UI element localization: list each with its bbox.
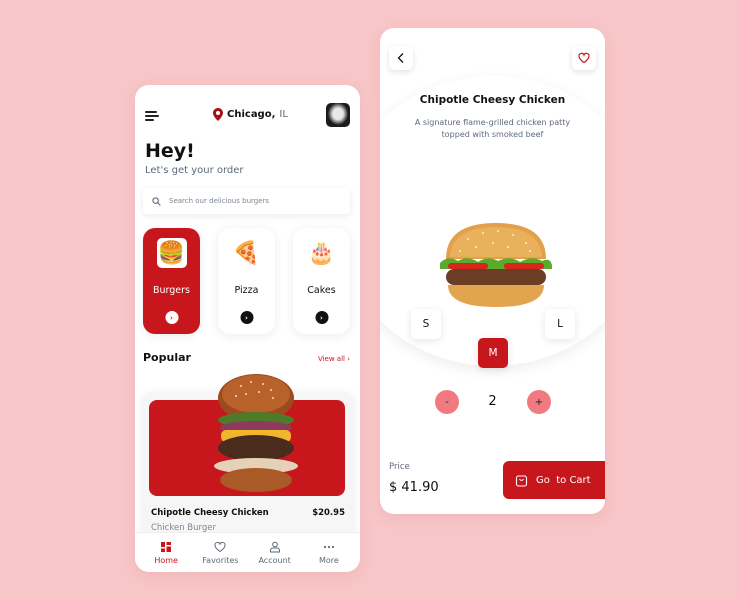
tab-label: Home — [154, 555, 178, 565]
category-label: Pizza — [234, 285, 259, 296]
chevron-right-icon[interactable]: › — [165, 311, 178, 324]
tab-home[interactable]: Home — [141, 541, 191, 565]
menu-icon[interactable] — [145, 111, 159, 121]
decrease-quantity-button[interactable]: - — [435, 390, 459, 414]
category-pizza[interactable]: 🍕 Pizza › — [218, 228, 275, 334]
heart-icon — [214, 541, 226, 552]
product-title: Chipotle Cheesy Chicken — [419, 94, 566, 106]
product-description: A signature flame-grilled chicken patty … — [414, 118, 571, 139]
cart-button-label: Go to Cart — [536, 474, 591, 486]
greeting-subtitle: Let's get your order — [145, 165, 244, 176]
location-selector[interactable]: Chicago, IL — [213, 108, 288, 121]
tab-label: More — [318, 555, 339, 565]
product-name: Chipotle Cheesy Chicken — [151, 508, 269, 518]
bottom-tab-bar: Home Favorites Account More — [135, 532, 360, 572]
size-medium-button[interactable]: M — [478, 338, 508, 368]
chevron-left-icon — [397, 53, 404, 63]
search-icon — [152, 196, 161, 206]
tab-account[interactable]: Account — [250, 541, 300, 565]
product-burger-image — [214, 374, 298, 492]
search-bar[interactable] — [143, 188, 350, 214]
account-icon — [269, 541, 280, 552]
chevron-right-icon[interactable]: › — [315, 311, 328, 324]
price-value: $ 41.90 — [389, 480, 439, 495]
search-input[interactable] — [169, 197, 339, 205]
category-label: Cakes — [307, 285, 336, 296]
top-bar: Chicago, IL — [135, 103, 360, 129]
go-to-cart-button[interactable]: Go to Cart — [503, 461, 605, 499]
heart-icon — [578, 52, 590, 64]
cake-icon: 🎂 — [307, 240, 336, 266]
tab-label: Favorites — [202, 555, 239, 565]
location-pin-icon — [213, 108, 223, 121]
chevron-right-icon[interactable]: › — [240, 311, 253, 324]
shopping-bag-icon — [515, 474, 528, 487]
product-burger-image — [440, 223, 552, 307]
view-all-link[interactable]: View all › — [318, 355, 350, 363]
back-button[interactable] — [389, 46, 413, 70]
home-screen: Chicago, IL Hey! Let's get your order 🍔 … — [135, 85, 360, 572]
tab-label: Account — [258, 555, 291, 565]
product-price: $20.95 — [312, 508, 345, 518]
quantity-value: 2 — [488, 394, 497, 409]
more-icon — [323, 545, 334, 548]
location-state: IL — [279, 109, 288, 120]
increase-quantity-button[interactable]: + — [527, 390, 551, 414]
category-burgers[interactable]: 🍔 Burgers › — [143, 228, 200, 334]
category-list: 🍔 Burgers › 🍕 Pizza › 🎂 Cakes › — [143, 228, 353, 334]
burger-icon: 🍔 — [156, 238, 187, 268]
popular-heading: Popular — [143, 351, 191, 364]
pizza-icon: 🍕 — [232, 240, 261, 266]
product-detail-screen: Chipotle Cheesy Chicken A signature flam… — [380, 28, 605, 514]
size-large-button[interactable]: L — [545, 309, 575, 339]
greeting: Hey! — [145, 140, 195, 162]
size-small-button[interactable]: S — [411, 309, 441, 339]
category-cakes[interactable]: 🎂 Cakes › — [293, 228, 350, 334]
home-icon — [161, 541, 172, 552]
popular-product-card[interactable]: Chipotle Cheesy Chicken $20.95 Chicken B… — [143, 374, 353, 542]
avatar[interactable] — [326, 103, 350, 127]
price-label: Price — [389, 462, 410, 472]
category-label: Burgers — [152, 285, 190, 296]
favorite-button[interactable] — [572, 46, 596, 70]
location-city: Chicago, — [227, 109, 276, 120]
tab-more[interactable]: More — [304, 541, 354, 565]
tab-favorites[interactable]: Favorites — [195, 541, 245, 565]
